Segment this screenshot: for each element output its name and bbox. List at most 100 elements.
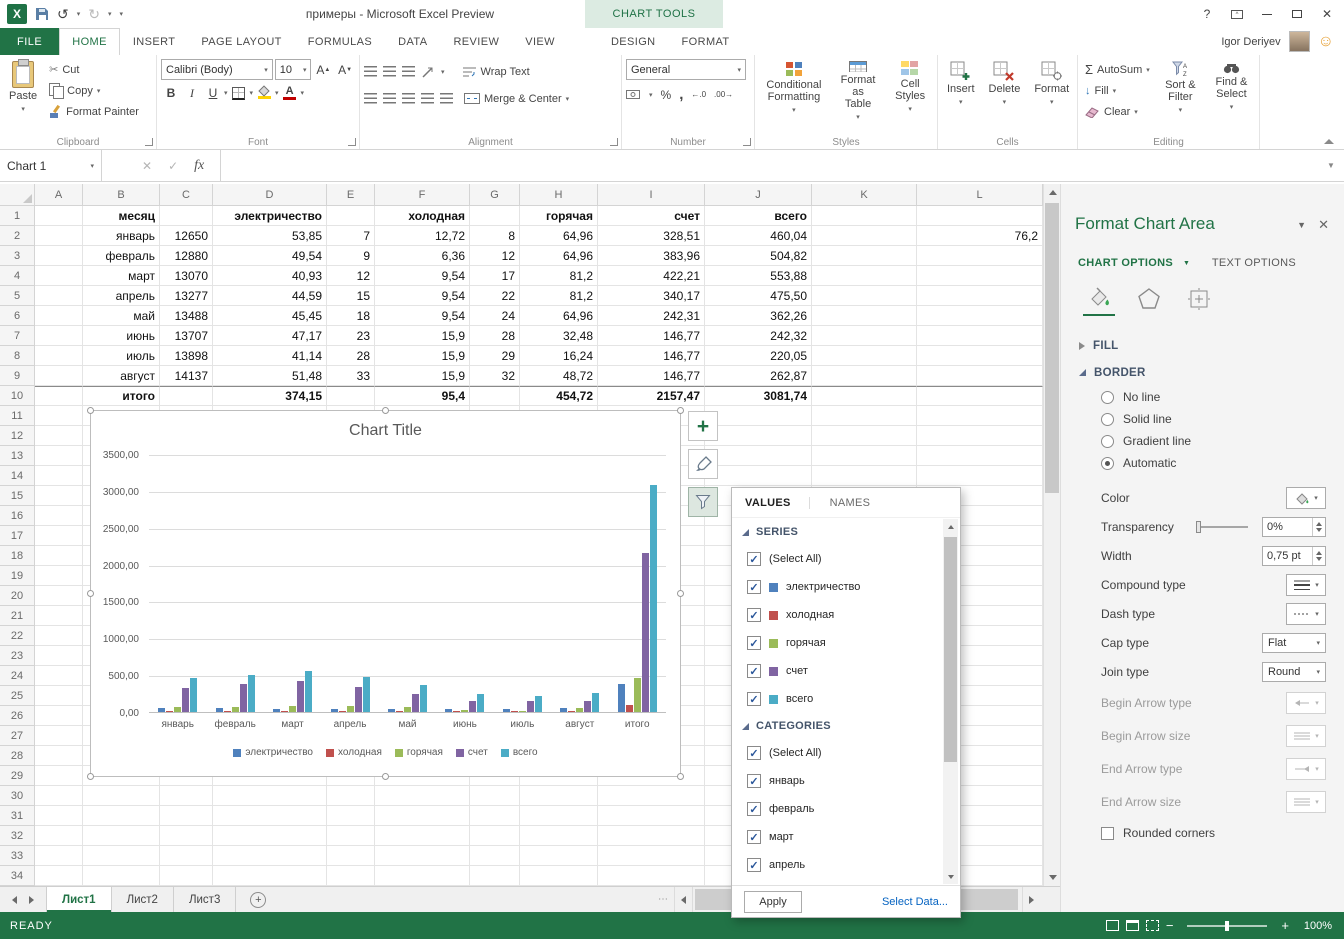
col-header-L[interactable]: L: [917, 184, 1043, 206]
legend-item-холодная[interactable]: холодная: [326, 747, 382, 758]
cell-H3[interactable]: 64,96: [520, 246, 598, 266]
cell-D6[interactable]: 45,45: [213, 306, 327, 326]
checkbox-icon[interactable]: ✓: [747, 858, 761, 872]
cell-G5[interactable]: 22: [470, 286, 520, 306]
cell-G34[interactable]: [470, 866, 520, 886]
chart-resize-handle[interactable]: [677, 407, 684, 414]
maximize-button[interactable]: [1282, 0, 1312, 28]
font-size-combo[interactable]: 10▾: [275, 59, 312, 80]
cell-C4[interactable]: 13070: [160, 266, 213, 286]
bar-счет-июнь[interactable]: [469, 701, 476, 712]
col-header-A[interactable]: A: [35, 184, 83, 206]
customize-qat-icon[interactable]: ▾: [120, 10, 124, 18]
checkbox-icon[interactable]: ✓: [747, 774, 761, 788]
end-arrow-size-dropdown[interactable]: ▾: [1286, 791, 1326, 813]
autosum-button[interactable]: ΣAutoSum▾: [1082, 59, 1153, 80]
cell-E6[interactable]: 18: [327, 306, 375, 326]
cell-I8[interactable]: 146,77: [598, 346, 705, 366]
filter-series-item[interactable]: ✓электричество: [742, 573, 938, 601]
cell-D5[interactable]: 44,59: [213, 286, 327, 306]
cell-A26[interactable]: [35, 706, 83, 726]
cell-A9[interactable]: [35, 366, 83, 386]
row-header-17[interactable]: 17: [0, 526, 35, 546]
chart-resize-handle[interactable]: [87, 773, 94, 780]
cell-I3[interactable]: 383,96: [598, 246, 705, 266]
bar-холодная-июнь[interactable]: [453, 711, 460, 712]
cell-D8[interactable]: 41,14: [213, 346, 327, 366]
cell-A34[interactable]: [35, 866, 83, 886]
middle-align-button[interactable]: [383, 66, 396, 77]
row-header-11[interactable]: 11: [0, 406, 35, 426]
filter-category-item[interactable]: ✓март: [742, 823, 938, 851]
row-header-10[interactable]: 10: [0, 386, 35, 406]
filter-tab-names[interactable]: NAMES: [830, 497, 889, 509]
row-header-21[interactable]: 21: [0, 606, 35, 626]
bar-всего-январь[interactable]: [190, 678, 197, 712]
cell-A19[interactable]: [35, 566, 83, 586]
filter-category-item[interactable]: ✓февраль: [742, 795, 938, 823]
cell-F30[interactable]: [375, 786, 470, 806]
cell-J3[interactable]: 504,82: [705, 246, 812, 266]
cell-D3[interactable]: 49,54: [213, 246, 327, 266]
categories-section-header[interactable]: CATEGORIES: [742, 713, 938, 739]
bar-всего-август[interactable]: [592, 693, 599, 712]
row-header-27[interactable]: 27: [0, 726, 35, 746]
cell-B34[interactable]: [83, 866, 160, 886]
cell-L2[interactable]: 76,2: [917, 226, 1043, 246]
cell-D9[interactable]: 51,48: [213, 366, 327, 386]
tab-format[interactable]: FORMAT: [669, 28, 743, 55]
filter-category-item[interactable]: ✓апрель: [742, 851, 938, 879]
cell-A4[interactable]: [35, 266, 83, 286]
formula-input[interactable]: [221, 150, 1318, 181]
cell-F34[interactable]: [375, 866, 470, 886]
cell-A2[interactable]: [35, 226, 83, 246]
cell-L12[interactable]: [917, 426, 1043, 446]
cell-H8[interactable]: 16,24: [520, 346, 598, 366]
cell-E10[interactable]: [327, 386, 375, 406]
decrease-decimal-button[interactable]: .00→: [714, 90, 733, 99]
cell-G1[interactable]: [470, 206, 520, 226]
bar-счет-апрель[interactable]: [355, 687, 362, 712]
cell-J13[interactable]: [705, 446, 812, 466]
cell-E31[interactable]: [327, 806, 375, 826]
row-header-4[interactable]: 4: [0, 266, 35, 286]
fill-line-icon[interactable]: [1083, 282, 1115, 316]
cut-button[interactable]: ✂Cut: [46, 59, 142, 80]
checkbox-icon[interactable]: ✓: [747, 636, 761, 650]
cell-G31[interactable]: [470, 806, 520, 826]
underline-button[interactable]: U: [203, 83, 223, 103]
alignment-dialog-launcher[interactable]: [610, 138, 618, 146]
cell-E8[interactable]: 28: [327, 346, 375, 366]
cell-F2[interactable]: 12,72: [375, 226, 470, 246]
bar-холодная-январь[interactable]: [166, 711, 173, 712]
cell-K4[interactable]: [812, 266, 917, 286]
cell-K2[interactable]: [812, 226, 917, 246]
excel-logo[interactable]: X: [7, 4, 27, 24]
cell-A27[interactable]: [35, 726, 83, 746]
size-properties-icon[interactable]: [1183, 282, 1215, 316]
scroll-down-icon[interactable]: [1044, 869, 1061, 886]
cell-J1[interactable]: всего: [705, 206, 812, 226]
orientation-button[interactable]: [421, 65, 435, 79]
row-header-1[interactable]: 1: [0, 206, 35, 226]
cell-D32[interactable]: [213, 826, 327, 846]
vertical-scrollbar[interactable]: [1043, 184, 1060, 886]
cell-A32[interactable]: [35, 826, 83, 846]
bar-горячая-январь[interactable]: [174, 707, 181, 712]
select-all-corner[interactable]: [0, 184, 35, 206]
row-header-9[interactable]: 9: [0, 366, 35, 386]
cell-F5[interactable]: 9,54: [375, 286, 470, 306]
cell-K8[interactable]: [812, 346, 917, 366]
tab-splitter-icon[interactable]: ⋯: [658, 894, 668, 905]
scroll-right-icon[interactable]: [1022, 887, 1040, 912]
row-header-6[interactable]: 6: [0, 306, 35, 326]
cell-E32[interactable]: [327, 826, 375, 846]
cell-A3[interactable]: [35, 246, 83, 266]
cell-G2[interactable]: 8: [470, 226, 520, 246]
bar-счет-июль[interactable]: [527, 701, 534, 712]
cell-L3[interactable]: [917, 246, 1043, 266]
bar-горячая-итого[interactable]: [634, 678, 641, 712]
number-format-combo[interactable]: General▾: [626, 59, 746, 80]
italic-button[interactable]: I: [182, 83, 202, 103]
cell-J6[interactable]: 362,26: [705, 306, 812, 326]
